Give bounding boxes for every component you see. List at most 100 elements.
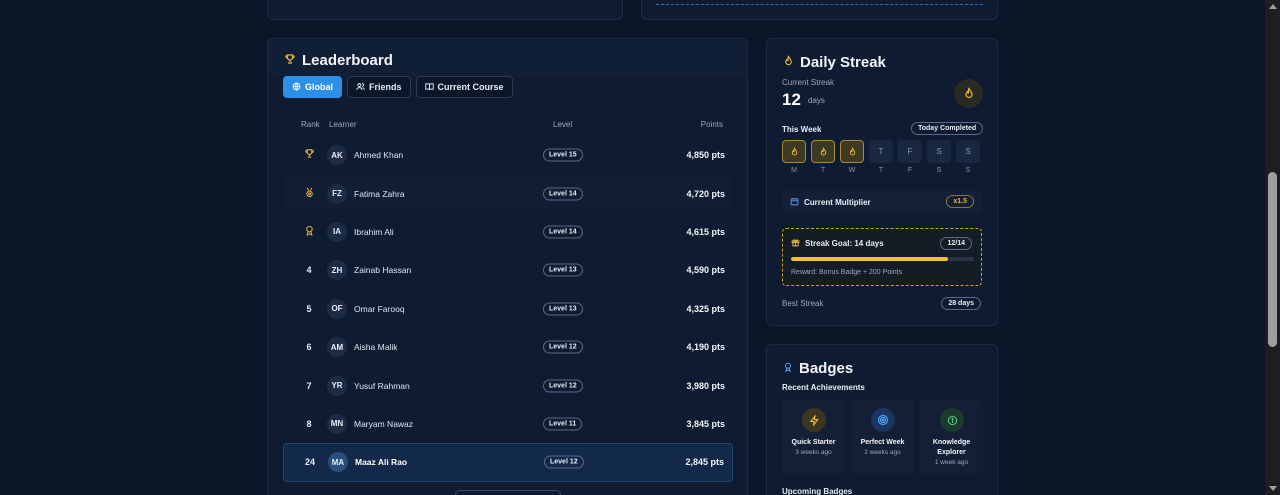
points-value: 3,980 pts — [686, 380, 725, 391]
column-header-learner: Learner — [329, 120, 357, 129]
best-streak-badge: 28 days — [941, 297, 981, 310]
tab-friends[interactable]: Friends — [347, 76, 411, 98]
learner-name: Yusuf Rahman — [354, 380, 410, 391]
level-badge: Level 13 — [543, 302, 583, 316]
day-letter: F — [907, 167, 913, 174]
points-value: 4,190 pts — [686, 342, 725, 353]
tab-global[interactable]: Global — [283, 76, 343, 98]
day-wednesday: W — [840, 140, 864, 174]
column-header-level: Level — [553, 120, 573, 129]
leaderboard-title-text: Leaderboard — [302, 52, 393, 69]
streak-goal-count: 12/14 — [940, 237, 972, 250]
rank-cell: 4 — [306, 265, 312, 276]
table-row[interactable]: 5 OF Omar Farooq Level 13 4,325 pts — [283, 290, 733, 328]
best-streak-label: Best Streak — [782, 299, 824, 308]
this-week-label: This Week — [782, 125, 822, 134]
leaderboard-title: Leaderboard — [284, 52, 393, 69]
streak-goal-progress-fill — [791, 257, 948, 261]
table-row[interactable]: 7 YR Yusuf Rahman Level 12 3,980 pts — [283, 366, 733, 404]
day-letter: T — [878, 167, 884, 174]
recent-achievements-label: Recent Achievements — [782, 383, 865, 392]
day-box: T — [869, 140, 893, 163]
tab-current-course[interactable]: Current Course — [415, 76, 513, 98]
badge-time: 3 weeks ago — [795, 449, 832, 456]
streak-goal-reward: Reward: Bonus Badge + 200 Points — [791, 269, 903, 276]
badge-name: Knowledge Explorer — [932, 439, 971, 456]
avatar: MN — [327, 413, 347, 434]
trophy-icon — [304, 149, 315, 162]
avatar: MA — [328, 452, 348, 473]
level-badge: Level 12 — [543, 379, 583, 393]
table-row[interactable]: 6 AM Aisha Malik Level 12 4,190 pts — [283, 328, 733, 366]
table-row[interactable]: AK Ahmed Khan Level 15 4,850 pts — [283, 136, 733, 174]
day-letter: S — [936, 167, 942, 174]
rank-cell: 24 — [304, 457, 315, 468]
rank-cell: 8 — [306, 418, 312, 429]
badge-knowledge-explorer[interactable]: Knowledge Explorer 1 week ago — [920, 400, 983, 474]
previous-card-right — [641, 0, 998, 20]
day-letter: S — [965, 167, 971, 174]
trophy-icon — [284, 53, 296, 68]
flame-icon — [783, 55, 794, 70]
page-scrollbar[interactable] — [1265, 0, 1280, 495]
points-value: 2,845 pts — [685, 457, 724, 468]
learner-name: Zainab Hassan — [354, 265, 412, 276]
flame-icon — [811, 140, 835, 163]
award-icon — [304, 225, 315, 239]
table-row-current-user[interactable]: 24 MA Maaz Ali Rao Level 12 2,845 pts — [283, 443, 733, 482]
day-saturday: S S — [927, 140, 951, 174]
day-thursday: T T — [869, 140, 893, 174]
level-badge: Level 14 — [543, 225, 583, 239]
points-value: 4,850 pts — [686, 150, 725, 161]
multiplier-label-text: Current Multiplier — [804, 198, 871, 207]
rank-cell: 6 — [306, 342, 312, 353]
learner-name: Ibrahim Ali — [354, 226, 394, 237]
scroll-down-arrow-icon[interactable] — [1269, 486, 1277, 491]
upcoming-badges-label: Upcoming Badges — [782, 487, 853, 495]
points-value: 4,590 pts — [686, 265, 725, 276]
rank-cell: 5 — [306, 303, 312, 314]
flame-icon — [954, 79, 983, 108]
previous-card-left — [267, 0, 623, 20]
learner-name: Maryam Nawaz — [354, 418, 414, 429]
table-row[interactable]: 8 MN Maryam Nawaz Level 11 3,845 pts — [283, 405, 733, 443]
compass-icon — [940, 408, 964, 432]
badge-time: 2 weeks ago — [864, 449, 901, 456]
learner-name: Fatima Zahra — [354, 188, 405, 199]
column-header-rank: Rank — [301, 120, 320, 129]
day-tuesday: T — [811, 140, 835, 174]
view-more-button[interactable] — [455, 490, 561, 495]
points-value: 4,325 pts — [686, 303, 725, 314]
avatar: YR — [327, 375, 347, 396]
table-row[interactable]: FZ Fatima Zahra Level 14 4,720 pts — [283, 174, 733, 213]
scrollbar-thumb[interactable] — [1268, 172, 1277, 347]
tab-current-course-label: Current Course — [437, 82, 504, 92]
daily-streak-card: Daily Streak Current Streak 12 days This… — [766, 38, 998, 326]
level-badge: Level 11 — [543, 417, 583, 431]
points-value: 3,845 pts — [686, 418, 725, 429]
table-row[interactable]: 4 ZH Zainab Hassan Level 13 4,590 pts — [283, 251, 733, 289]
badges-card: Badges Recent Achievements Quick Starter… — [766, 344, 998, 495]
tab-global-label: Global — [305, 82, 334, 92]
avatar: OF — [327, 298, 347, 319]
points-value: 4,615 pts — [686, 226, 725, 237]
streak-goal: Streak Goal: 14 days 12/14 Reward: Bonus… — [782, 228, 982, 286]
day-monday: M — [782, 140, 806, 174]
leaderboard-card: Leaderboard Global Friends Current Cours… — [267, 38, 748, 495]
gift-icon — [791, 238, 800, 249]
table-row[interactable]: IA Ibrahim Ali Level 14 4,615 pts — [283, 213, 733, 251]
leaderboard-rows: AK Ahmed Khan Level 15 4,850 pts FZ Fati… — [283, 136, 733, 482]
avatar: AM — [327, 337, 347, 358]
leaderboard-tabs: Global Friends Current Course — [283, 76, 513, 98]
globe-icon — [292, 81, 301, 93]
avatar: ZH — [327, 260, 347, 281]
badge-quick-starter[interactable]: Quick Starter 3 weeks ago — [782, 400, 845, 474]
scroll-up-arrow-icon[interactable] — [1269, 4, 1277, 9]
badge-name: Quick Starter — [791, 439, 836, 446]
day-friday: F F — [898, 140, 922, 174]
badge-name: Perfect Week — [860, 439, 905, 446]
current-streak-unit: days — [808, 96, 825, 105]
badge-perfect-week[interactable]: Perfect Week 2 weeks ago — [851, 400, 914, 474]
learner-name: Ahmed Khan — [354, 150, 404, 161]
avatar: AK — [327, 145, 347, 166]
